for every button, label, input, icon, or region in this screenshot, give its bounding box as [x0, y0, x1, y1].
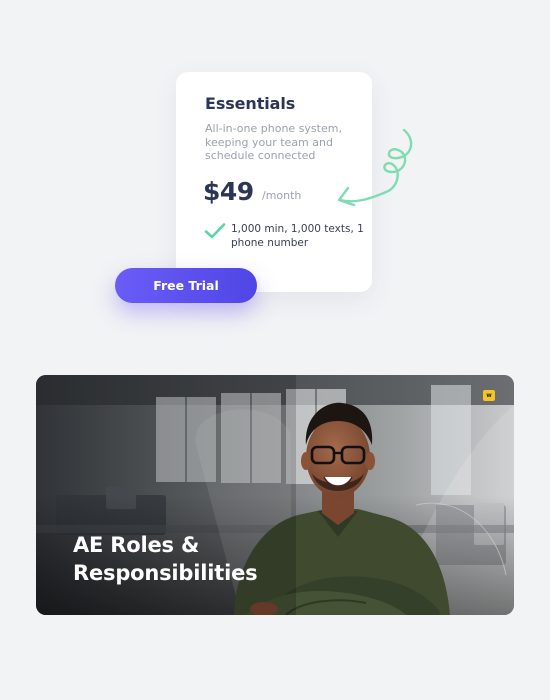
brand-logo-icon: w	[483, 390, 495, 401]
plan-price: $49	[203, 177, 254, 206]
free-trial-button[interactable]: Free Trial	[115, 268, 257, 303]
plan-feature: 1,000 min, 1,000 texts, 1 phone number	[231, 223, 364, 249]
banner-title-line-2: Responsibilities	[73, 561, 258, 585]
banner-title-line-1: AE Roles &	[73, 533, 200, 557]
price-period: /month	[262, 189, 302, 202]
plan-name: Essentials	[205, 94, 296, 113]
check-icon	[204, 223, 226, 239]
hero-banner[interactable]: w AE Roles & Responsibilities	[36, 375, 514, 615]
squiggle-arrow-icon	[337, 128, 413, 207]
banner-title: AE Roles & Responsibilities	[73, 531, 303, 587]
